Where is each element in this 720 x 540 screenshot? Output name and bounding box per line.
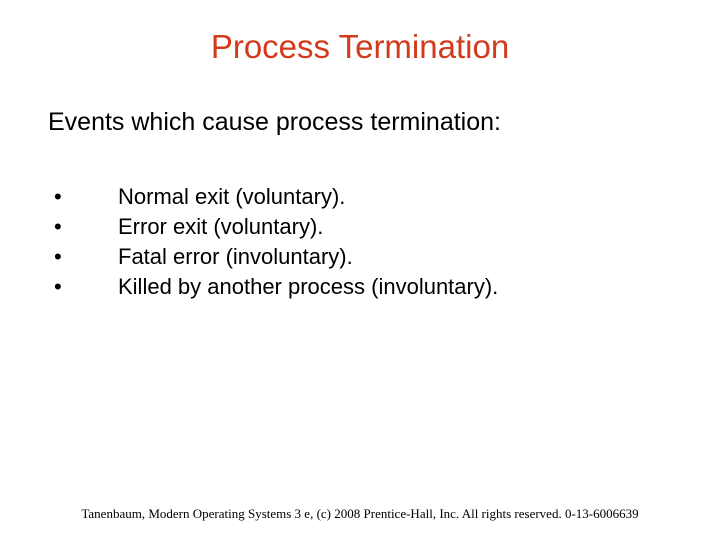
bullet-text: Fatal error (involuntary).	[118, 243, 672, 271]
bullet-list: • Normal exit (voluntary). • Error exit …	[48, 183, 672, 301]
bullet-text: Killed by another process (involuntary).	[118, 273, 672, 301]
bullet-icon: •	[48, 273, 118, 301]
slide: Process Termination Events which cause p…	[0, 0, 720, 540]
bullet-text: Error exit (voluntary).	[118, 213, 672, 241]
list-item: • Normal exit (voluntary).	[48, 183, 672, 211]
list-item: • Killed by another process (involuntary…	[48, 273, 672, 301]
list-item: • Fatal error (involuntary).	[48, 243, 672, 271]
bullet-icon: •	[48, 183, 118, 211]
slide-subtitle: Events which cause process termination:	[48, 108, 672, 137]
list-item: • Error exit (voluntary).	[48, 213, 672, 241]
slide-title: Process Termination	[48, 28, 672, 66]
slide-footer: Tanenbaum, Modern Operating Systems 3 e,…	[0, 506, 720, 522]
bullet-icon: •	[48, 213, 118, 241]
bullet-text: Normal exit (voluntary).	[118, 183, 672, 211]
bullet-icon: •	[48, 243, 118, 271]
